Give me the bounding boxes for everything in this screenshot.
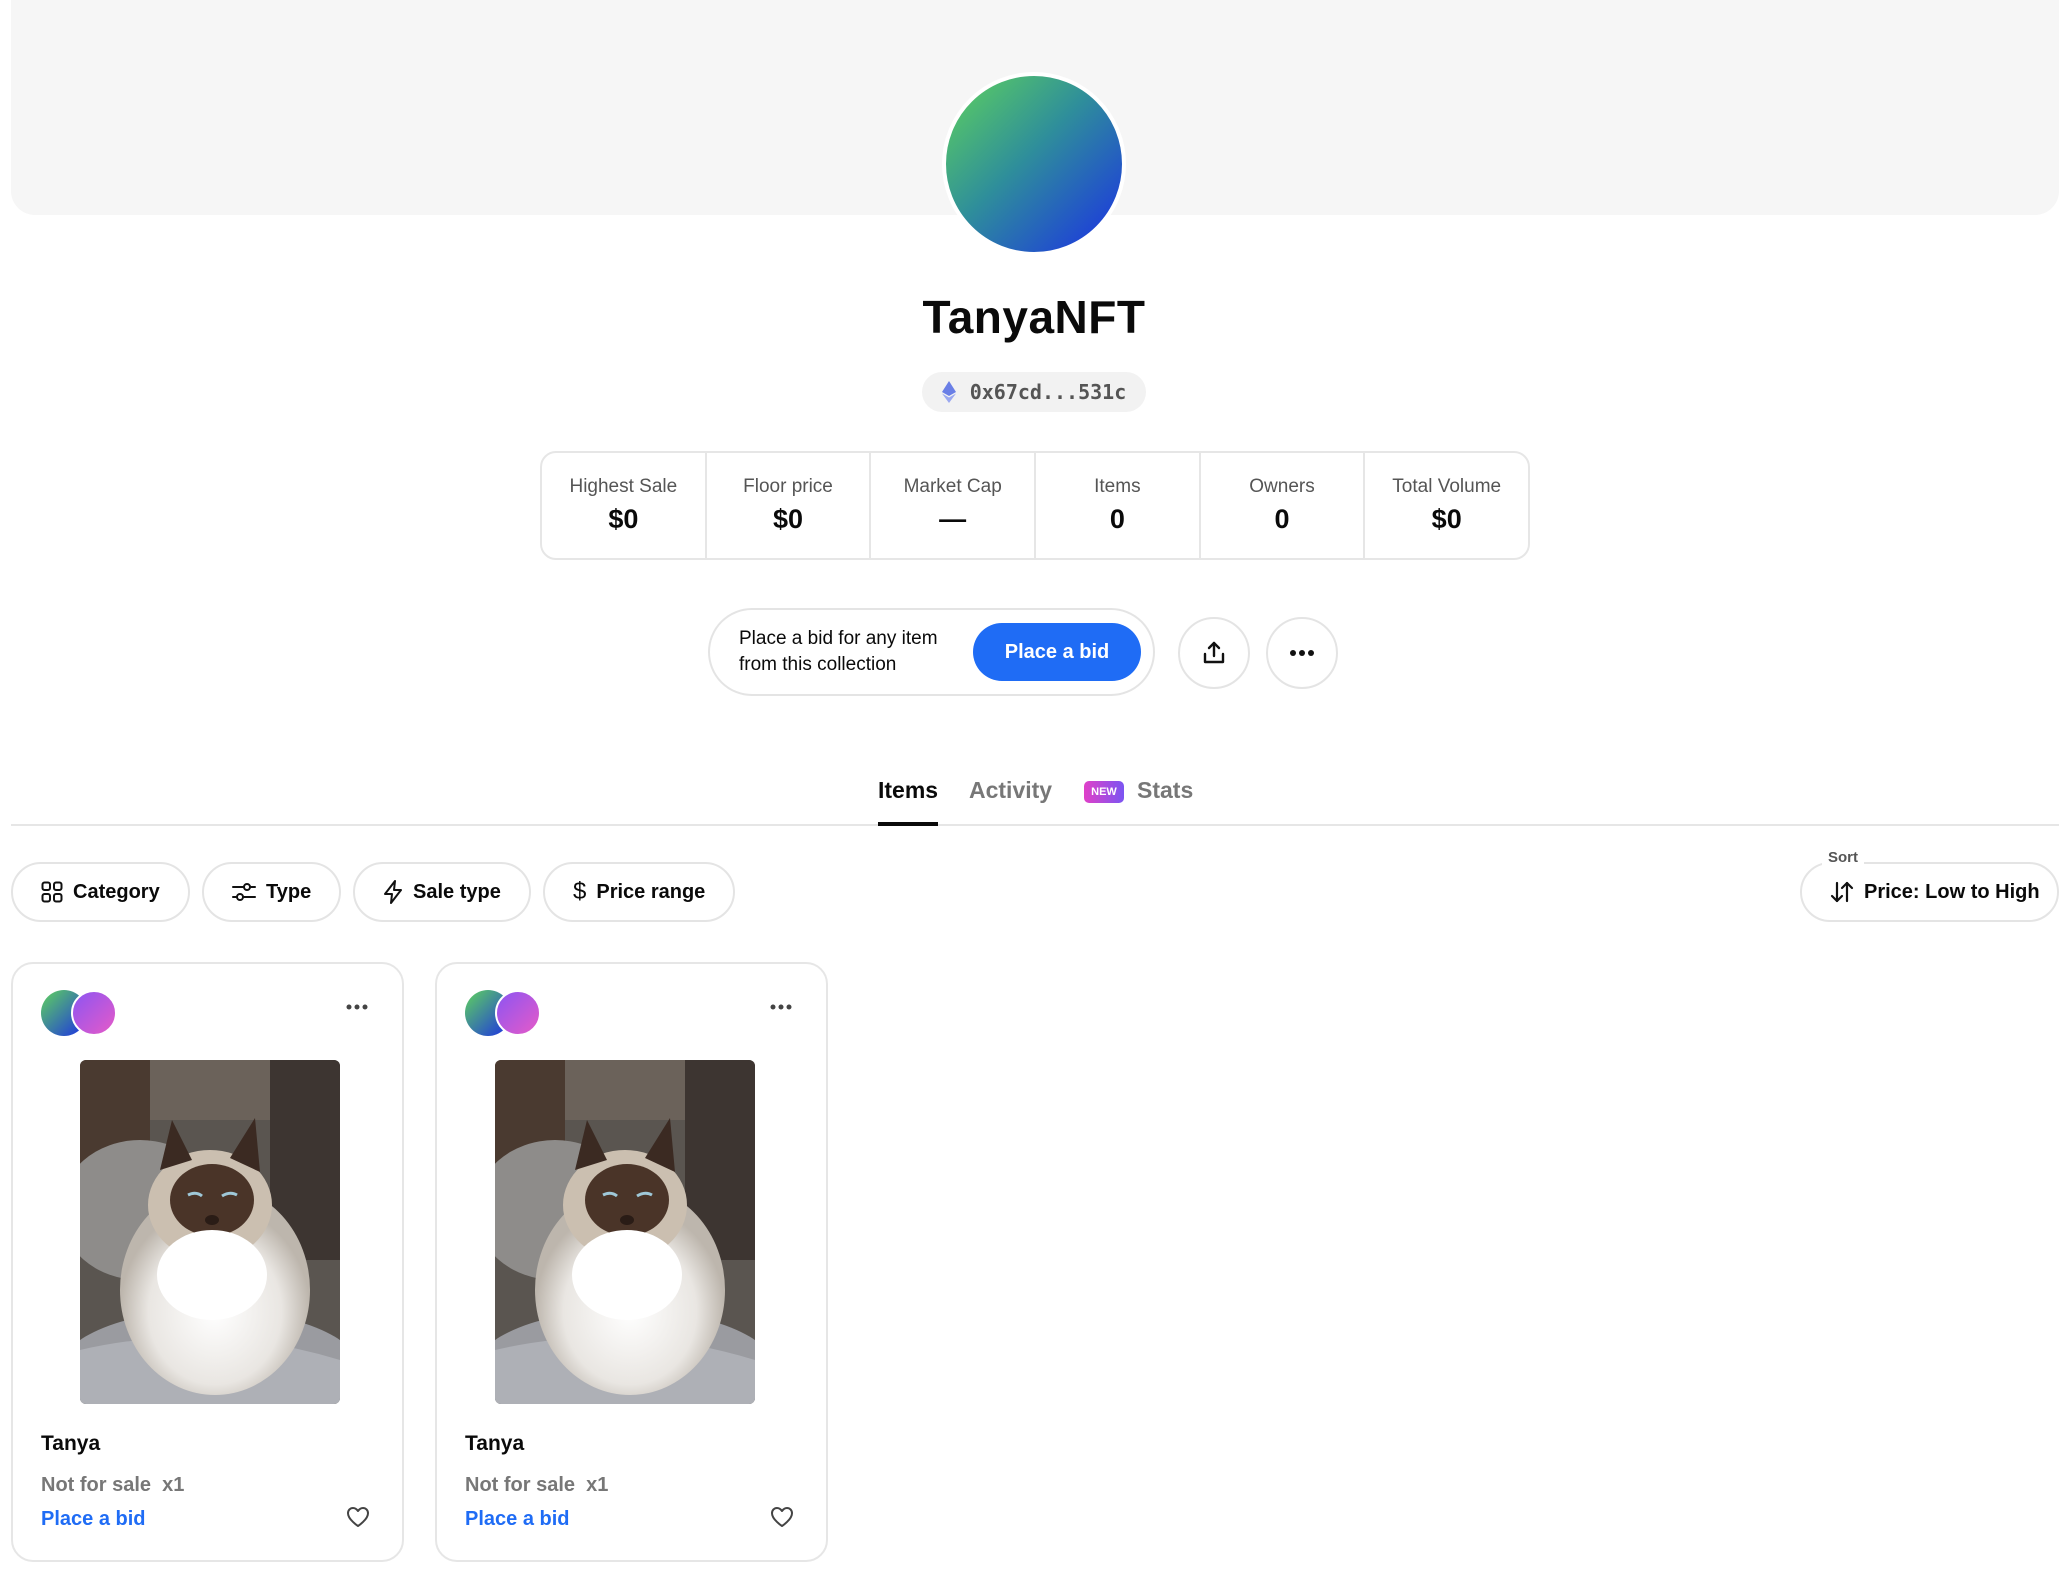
nft-status: Not for sale x1 — [465, 1474, 608, 1497]
nft-quantity: x1 — [586, 1474, 609, 1496]
collection-avatar — [942, 72, 1126, 256]
place-bid-button[interactable]: Place a bid — [973, 623, 1141, 681]
card-more-icon[interactable] — [346, 1004, 368, 1010]
wallet-address: 0x67cd...531c — [969, 380, 1127, 404]
collection-bid-text: Place a bid for any item from this colle… — [739, 628, 938, 675]
stat-label: Owners — [1249, 476, 1315, 497]
nft-image[interactable] — [495, 1060, 755, 1404]
share-button[interactable] — [1178, 617, 1250, 689]
tab-items[interactable]: Items — [878, 777, 939, 826]
collection-title: TanyaNFT — [922, 291, 1146, 343]
stat-highest-sale: Highest Sale $0 — [542, 453, 707, 558]
nft-image[interactable] — [80, 1060, 340, 1404]
filter-price-range-label: Price range — [596, 880, 706, 903]
stats-bar: Highest Sale $0 Floor price $0 Market Ca… — [540, 451, 1530, 560]
stat-value: $0 — [1431, 504, 1462, 534]
nft-quantity: x1 — [162, 1474, 185, 1496]
stat-value: $0 — [772, 504, 804, 534]
stat-owners: Owners 0 — [1201, 453, 1366, 558]
collection-bid-box: Place a bid for any item from this colle… — [708, 608, 1155, 696]
stat-value: 0 — [1109, 504, 1125, 534]
stat-label: Items — [1094, 476, 1141, 497]
filter-type-label: Type — [266, 880, 312, 903]
stat-label: Total Volume — [1392, 476, 1502, 497]
stat-value: 0 — [1274, 504, 1290, 534]
card-place-bid-link[interactable]: Place a bid — [41, 1508, 146, 1531]
sort-value: Price: Low to High — [1864, 880, 2040, 903]
sale-status: Not for sale — [41, 1474, 152, 1496]
filter-category-button[interactable]: Category — [11, 862, 190, 922]
heart-icon[interactable] — [346, 1506, 370, 1528]
new-badge: NEW — [1084, 781, 1124, 803]
grid-icon — [41, 881, 63, 903]
ethereum-icon — [941, 381, 956, 403]
stat-total-volume: Total Volume $0 — [1365, 453, 1528, 558]
filter-sale-type-label: Sale type — [413, 880, 501, 903]
cat-photo — [495, 1060, 755, 1404]
filter-sale-type-button[interactable]: Sale type — [353, 862, 531, 922]
heart-icon[interactable] — [770, 1506, 794, 1528]
cat-photo — [80, 1060, 340, 1404]
stat-label: Floor price — [743, 476, 833, 497]
filter-type-button[interactable]: Type — [202, 862, 342, 922]
stat-floor-price: Floor price $0 — [707, 453, 872, 558]
sort-arrows-icon — [1830, 881, 1854, 903]
tab-stats[interactable]: Stats — [1137, 777, 1193, 826]
nft-card[interactable]: Tanya Not for sale x1 Place a bid — [11, 962, 404, 1562]
sort-label: Sort — [1822, 849, 1864, 866]
card-place-bid-link[interactable]: Place a bid — [465, 1508, 570, 1531]
nft-name: Tanya — [465, 1432, 525, 1455]
nft-card[interactable]: Tanya Not for sale x1 Place a bid — [435, 962, 828, 1562]
owner-avatar[interactable] — [71, 990, 117, 1036]
stat-value: $0 — [608, 504, 639, 534]
card-more-icon[interactable] — [770, 1004, 792, 1010]
nft-status: Not for sale x1 — [41, 1474, 184, 1497]
collection-tabs: Items Activity NEW Stats — [11, 765, 2059, 826]
stat-items: Items 0 — [1036, 453, 1201, 558]
tab-activity[interactable]: Activity — [969, 777, 1052, 826]
dollar-icon: $ — [573, 878, 587, 905]
owner-avatars — [41, 990, 121, 1036]
filter-price-range-button[interactable]: $ Price range — [543, 862, 736, 922]
stat-value: — — [939, 504, 967, 534]
share-icon — [1203, 641, 1225, 664]
sort-dropdown[interactable]: Sort Price: Low to High — [1800, 849, 2059, 922]
nft-name: Tanya — [41, 1432, 101, 1455]
more-options-button[interactable] — [1266, 617, 1338, 689]
stat-market-cap: Market Cap — — [871, 453, 1037, 558]
stat-label: Highest Sale — [569, 476, 678, 497]
wallet-address-chip[interactable]: 0x67cd...531c — [922, 372, 1146, 412]
sliders-icon — [232, 883, 256, 901]
stat-label: Market Cap — [903, 476, 1002, 497]
filter-category-label: Category — [73, 880, 160, 903]
more-icon — [1290, 650, 1314, 656]
sale-status: Not for sale — [465, 1474, 576, 1496]
owner-avatar[interactable] — [495, 990, 541, 1036]
lightning-icon — [384, 880, 402, 904]
owner-avatars — [465, 990, 545, 1036]
